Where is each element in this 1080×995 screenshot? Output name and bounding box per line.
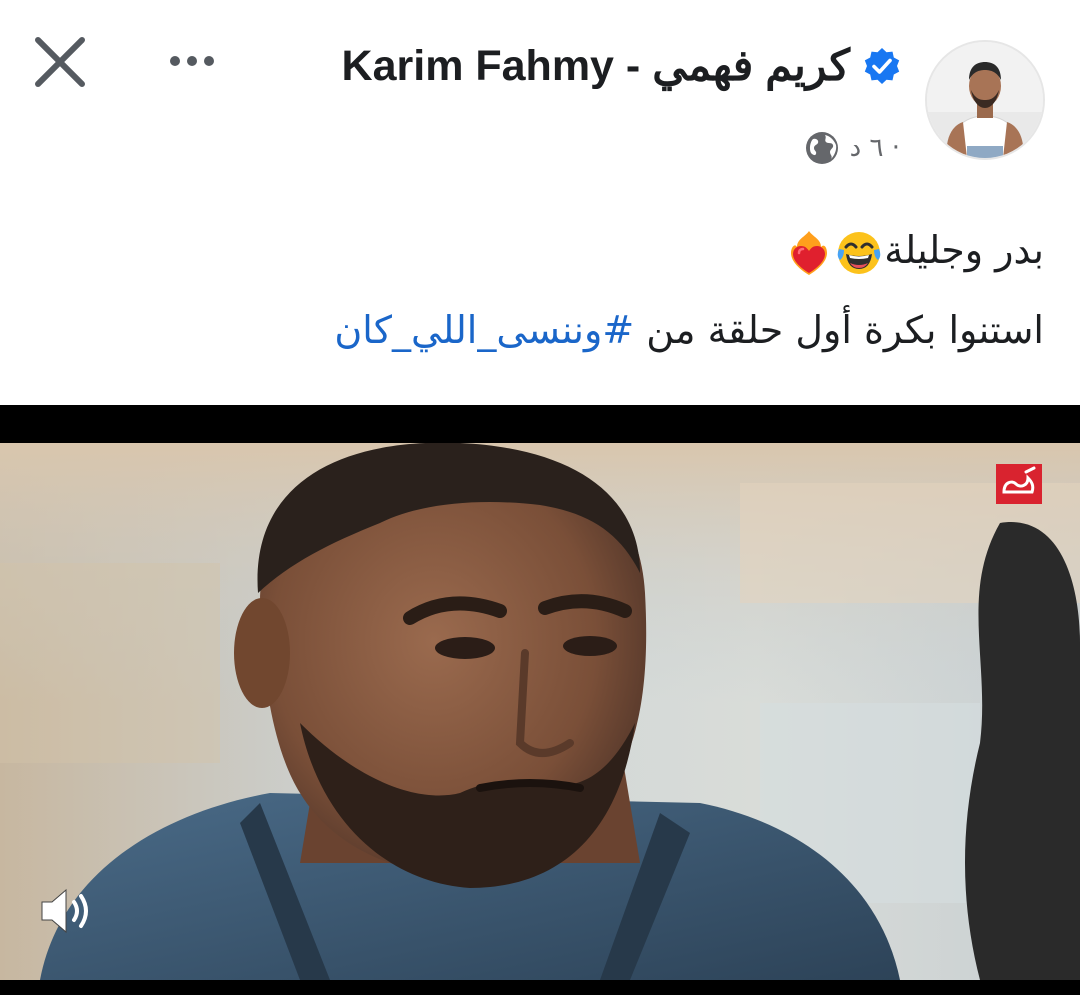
more-options-dot: [187, 56, 197, 66]
video-player[interactable]: [0, 405, 1080, 995]
more-options-button[interactable]: [160, 44, 224, 78]
hashtag-link[interactable]: #وننسى_اللي_كان: [334, 308, 634, 352]
video-still: [0, 443, 1080, 980]
sound-toggle-button[interactable]: [36, 880, 98, 942]
close-button[interactable]: [30, 32, 90, 92]
post-text-caption: بدر وجليلة: [884, 228, 1044, 272]
verified-badge-icon: [864, 48, 900, 84]
face-with-tears-of-joy-emoji: [837, 231, 881, 274]
author-row[interactable]: Karim Fahmy - كريم فهمي: [342, 36, 902, 96]
globe-icon[interactable]: [804, 130, 840, 166]
video-frame: [0, 443, 1080, 980]
author-avatar[interactable]: [925, 40, 1045, 160]
post-text-line-2: استنوا بكرة أول حلقة من #وننسى_اللي_كان: [44, 290, 1044, 370]
post-text-line-1: بدر وجليلة: [44, 210, 1044, 290]
more-options-icon: [170, 56, 180, 66]
speaker-volume-icon: [41, 888, 88, 934]
heart-on-fire-emoji: [791, 230, 828, 275]
more-options-dot: [204, 56, 214, 66]
post-text: بدر وجليلة استنوا بكرة أول حلقة من #وننس…: [44, 210, 1044, 370]
author-name[interactable]: Karim Fahmy - كريم فهمي: [342, 41, 850, 91]
post-meta: ٦ د ·: [804, 128, 900, 168]
post-text-body: استنوا بكرة أول حلقة من: [634, 308, 1044, 352]
post-timestamp[interactable]: ٦ د ·: [850, 133, 900, 163]
close-icon: [35, 37, 85, 87]
avatar-image: [927, 42, 1043, 158]
channel-logo: [996, 464, 1042, 504]
facebook-post: Karim Fahmy - كريم فهمي ٦ د · بدر وجليلة…: [0, 0, 1080, 995]
mbc-masr-logo: [996, 464, 1042, 504]
